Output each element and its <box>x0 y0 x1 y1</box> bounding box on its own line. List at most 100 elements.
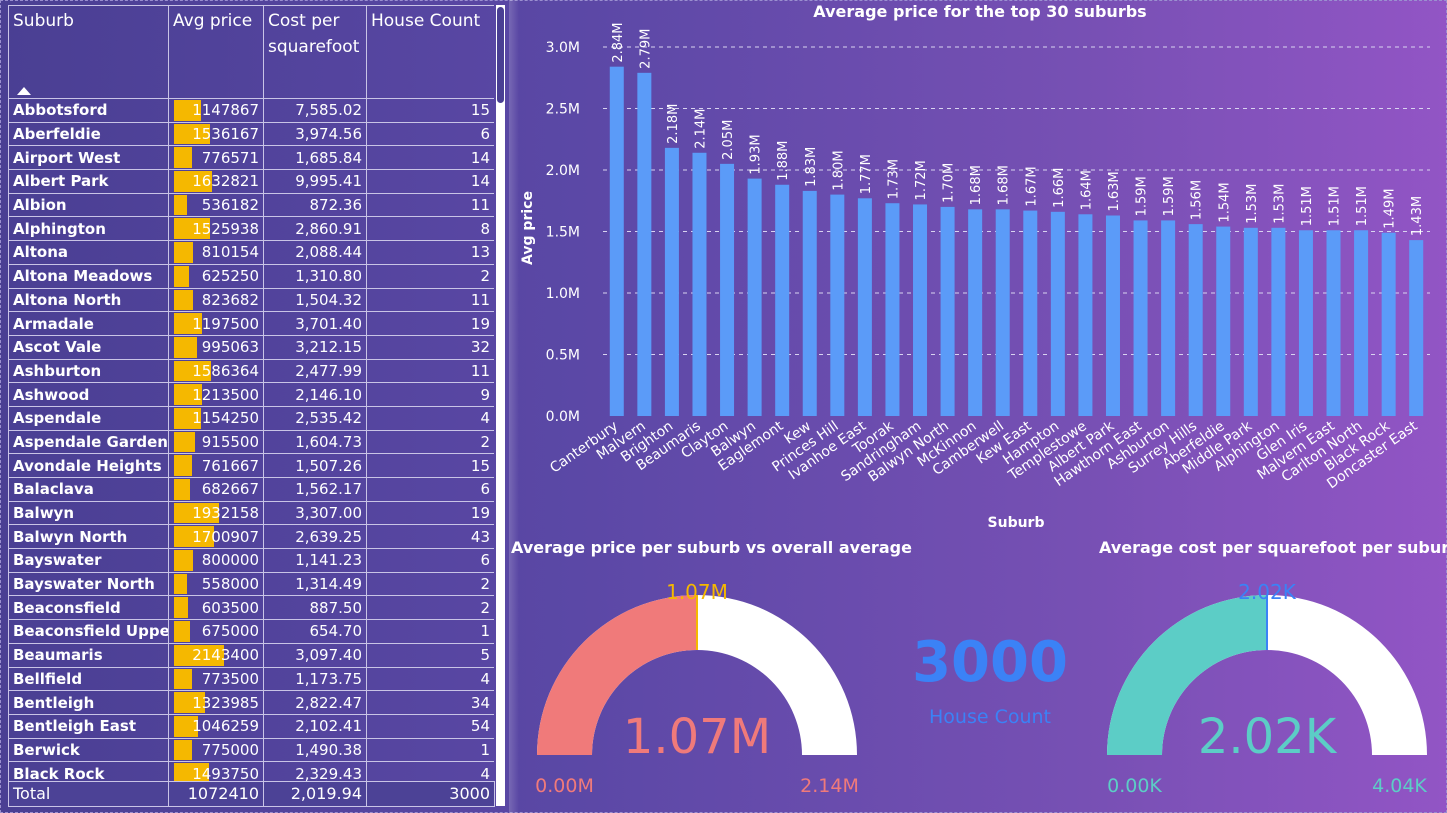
suburb-table[interactable]: Suburb Avg price Cost per squarefoot Hou… <box>8 5 494 806</box>
avg-price-value: 1046259 <box>192 717 259 736</box>
table-row[interactable]: Beaconsfield Upper 675000 654.70 1 <box>8 619 494 644</box>
data-bar <box>174 550 193 571</box>
cell-avg-price: 995063 <box>168 334 264 360</box>
cell-suburb: Beaumaris <box>8 642 169 668</box>
avg-price-value: 810154 <box>201 243 259 262</box>
table-body: Abbotsford 1147867 7,585.02 15 Aberfeldie 153… <box>8 98 494 786</box>
table-row[interactable]: Avondale Heights 761667 1,507.26 15 <box>8 453 494 478</box>
cell-avg-price: 1632821 <box>168 169 264 194</box>
table-row[interactable]: Balaclava 682667 1,562.17 6 <box>8 477 494 502</box>
table-row[interactable]: Altona North 823682 1,504.32 11 <box>8 287 494 313</box>
cell-house-count: 13 <box>366 240 494 265</box>
bar <box>1133 220 1148 416</box>
y-tick-label: 2.5M <box>546 102 580 118</box>
table-row[interactable]: Bayswater 800000 1,141.23 6 <box>8 548 494 573</box>
data-bar <box>174 289 194 311</box>
column-header-house-count[interactable]: House Count <box>366 5 494 99</box>
avg-price-value: 1323985 <box>192 693 259 712</box>
data-label: 1.63M <box>1107 171 1122 211</box>
cell-suburb: Aspendale <box>8 405 169 431</box>
cell-avg-price: 810154 <box>168 240 264 265</box>
avg-price-value: 1154250 <box>192 409 259 428</box>
cell-cost-per-squarefoot: 3,974.56 <box>263 121 367 147</box>
table-row[interactable]: Albion 536182 872.36 11 <box>8 192 494 218</box>
data-bar <box>174 573 188 595</box>
table-row[interactable]: Aspendale 1154250 2,535.42 4 <box>8 405 494 431</box>
table-row[interactable]: Aspendale Gardens 915500 1,604.73 2 <box>8 429 494 455</box>
bar <box>1105 215 1120 416</box>
data-label: 1.54M <box>1217 182 1232 222</box>
table-scrollbar[interactable] <box>496 5 505 806</box>
table-row[interactable]: Bellfield 773500 1,173.75 4 <box>8 666 494 692</box>
table-row[interactable]: Balwyn North 1700907 2,639.25 43 <box>8 524 494 550</box>
data-label: 1.53M <box>1245 184 1260 224</box>
column-header-cost-per-squarefoot[interactable]: Cost per squarefoot <box>263 5 367 99</box>
cell-cost-per-squarefoot: 1,507.26 <box>263 453 367 478</box>
table-row[interactable]: Altona Meadows 625250 1,310.80 2 <box>8 263 494 289</box>
table-row[interactable]: Abbotsford 1147867 7,585.02 15 <box>8 98 494 123</box>
table-row[interactable]: Berwick 775000 1,490.38 1 <box>8 737 494 763</box>
cell-suburb: Balaclava <box>8 477 169 502</box>
avg-price-value: 536182 <box>201 196 259 215</box>
cell-suburb: Bayswater North <box>8 571 169 597</box>
table-row[interactable]: Ashburton 1586364 2,477.99 11 <box>8 358 494 384</box>
y-tick-label: 0.0M <box>546 409 580 425</box>
total-avg-price: 1072410 <box>168 781 264 807</box>
x-axis-label: Suburb <box>988 515 1045 531</box>
cell-house-count: 14 <box>366 169 494 194</box>
table-row[interactable]: Beaumaris 2143400 3,097.40 5 <box>8 642 494 668</box>
table-row[interactable]: Armadale 1197500 3,701.40 19 <box>8 311 494 336</box>
data-bar <box>174 739 193 761</box>
table-row[interactable]: Albert Park 1632821 9,995.41 14 <box>8 169 494 194</box>
data-label: 1.83M <box>804 147 819 187</box>
cell-cost-per-squarefoot: 1,604.73 <box>263 429 367 455</box>
data-label: 2.18M <box>666 104 681 144</box>
data-label: 2.05M <box>721 120 736 160</box>
cell-suburb: Ashwood <box>8 382 169 407</box>
cell-cost-per-squarefoot: 3,212.15 <box>263 334 367 360</box>
cell-avg-price: 1932158 <box>168 500 264 526</box>
table-row[interactable]: Aberfeldie 1536167 3,974.56 6 <box>8 121 494 147</box>
cell-suburb: Balwyn North <box>8 524 169 550</box>
avg-price-value: 823682 <box>201 290 259 309</box>
cell-house-count: 11 <box>366 358 494 384</box>
avg-price-value: 776571 <box>201 148 259 167</box>
table-row[interactable]: Altona 810154 2,088.44 13 <box>8 240 494 265</box>
data-label: 1.56M <box>1190 180 1205 220</box>
cell-avg-price: 915500 <box>168 429 264 455</box>
scrollbar-thumb[interactable] <box>497 7 504 103</box>
table-row[interactable]: Beaconsfield 603500 887.50 2 <box>8 595 494 621</box>
sort-ascending-icon[interactable] <box>17 87 31 95</box>
table-row[interactable]: Ashwood 1213500 2,146.10 9 <box>8 382 494 407</box>
table-row[interactable]: Alphington 1525938 2,860.91 8 <box>8 216 494 242</box>
chart-title: Average price for the top 30 suburbs <box>813 2 1146 21</box>
cell-house-count: 2 <box>366 263 494 289</box>
cell-suburb: Bentleigh <box>8 690 169 715</box>
cell-house-count: 2 <box>366 429 494 455</box>
data-bar <box>174 597 189 619</box>
table-total-row: Total 1072410 2,019.94 3000 <box>8 781 495 807</box>
avg-price-value: 682667 <box>201 480 259 499</box>
table-row[interactable]: Ascot Vale 995063 3,212.15 32 <box>8 334 494 360</box>
table-row[interactable]: Airport West 776571 1,685.84 14 <box>8 145 494 171</box>
column-header-avg-price[interactable]: Avg price <box>168 5 264 99</box>
table-row[interactable]: Bentleigh 1323985 2,822.47 34 <box>8 690 494 715</box>
total-label: Total <box>8 781 169 807</box>
data-bar <box>174 242 193 263</box>
data-bar <box>174 194 187 216</box>
cell-house-count: 6 <box>366 121 494 147</box>
cell-house-count: 4 <box>366 405 494 431</box>
data-bar <box>174 621 190 642</box>
table-row[interactable]: Balwyn 1932158 3,307.00 19 <box>8 500 494 526</box>
cell-house-count: 4 <box>366 666 494 692</box>
y-tick-label: 0.5M <box>546 348 580 364</box>
table-row[interactable]: Bayswater North 558000 1,314.49 2 <box>8 571 494 597</box>
table-row[interactable]: Bentleigh East 1046259 2,102.41 54 <box>8 713 494 739</box>
cell-house-count: 34 <box>366 690 494 715</box>
cell-suburb: Ascot Vale <box>8 334 169 360</box>
data-bar <box>174 336 198 358</box>
bar <box>692 152 707 416</box>
cell-avg-price: 1536167 <box>168 121 264 147</box>
gauge-target-label: 1.07M <box>666 580 728 604</box>
column-header-suburb[interactable]: Suburb <box>8 5 169 99</box>
